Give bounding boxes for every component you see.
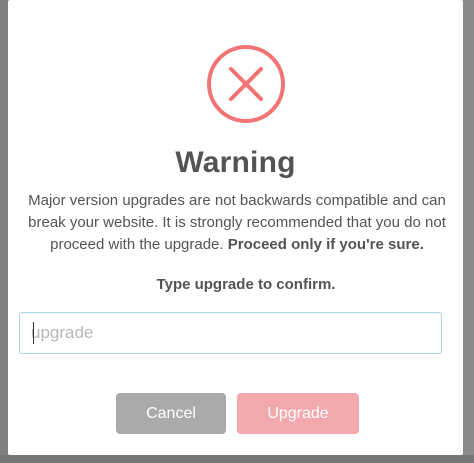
text-cursor [33, 322, 34, 344]
upgrade-button[interactable]: Upgrade [237, 393, 359, 434]
cancel-button[interactable]: Cancel [116, 393, 226, 434]
warning-dialog: Warning Major version upgrades are not b… [8, 0, 463, 455]
dialog-title: Warning [175, 146, 296, 179]
dialog-message: Major version upgrades are not backwards… [22, 190, 452, 256]
backdrop-scroll-strip [462, 0, 474, 463]
dialog-message-emphasis: Proceed only if you're sure. [227, 236, 424, 253]
error-x-circle-icon [206, 44, 286, 124]
backdrop-bottom-strip [0, 455, 474, 463]
confirm-upgrade-input[interactable] [19, 312, 442, 354]
confirm-instruction: Type upgrade to confirm. [156, 276, 336, 293]
